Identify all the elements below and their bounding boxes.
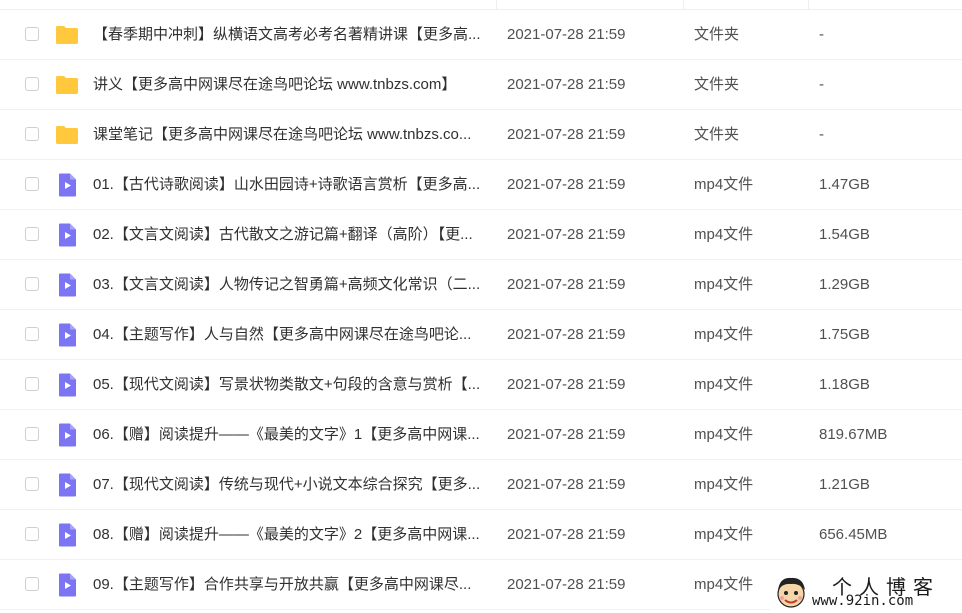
row-checkbox[interactable] — [25, 27, 39, 41]
file-row[interactable]: 04.【主题写作】人与自然【更多高中网课尽在途鸟吧论... 2021-07-28 … — [0, 310, 962, 360]
file-modified-date: 2021-07-28 21:59 — [507, 476, 626, 493]
file-row[interactable]: 07.【现代文阅读】传统与现代+小说文本综合探究【更多... 2021-07-28… — [0, 460, 962, 510]
file-modified-date: 2021-07-28 21:59 — [507, 326, 626, 343]
file-name[interactable]: 06.【赠】阅读提升——《最美的文字》1【更多高中网课... — [93, 410, 485, 459]
file-modified-date: 2021-07-28 21:59 — [507, 176, 626, 193]
file-type: 文件夹 — [694, 76, 740, 93]
file-list: 【春季期中冲刺】纵横语文高考必考名著精讲课【更多高... 2021-07-28 2… — [0, 10, 962, 610]
file-modified-date: 2021-07-28 21:59 — [507, 26, 626, 43]
watermark-url: www.92in.com — [812, 593, 914, 609]
file-row[interactable]: 03.【文言文阅读】人物传记之智勇篇+高频文化常识（二... 2021-07-28… — [0, 260, 962, 310]
row-checkbox[interactable] — [25, 327, 39, 341]
row-checkbox[interactable] — [25, 427, 39, 441]
file-name[interactable]: 09.【主题写作】合作共享与开放共赢【更多高中网课尽... — [93, 560, 485, 609]
file-row[interactable]: 02.【文言文阅读】古代散文之游记篇+翻译（高阶）【更... 2021-07-28… — [0, 210, 962, 260]
row-checkbox[interactable] — [25, 227, 39, 241]
file-type: 文件夹 — [694, 26, 740, 43]
file-type: 文件夹 — [694, 126, 740, 143]
file-type: mp4文件 — [694, 476, 754, 493]
file-type: mp4文件 — [694, 426, 754, 443]
video-file-icon — [55, 573, 79, 597]
file-size: 1.75GB — [819, 326, 870, 343]
file-size: 819.67MB — [819, 426, 888, 443]
file-name[interactable]: 课堂笔记【更多高中网课尽在途鸟吧论坛 www.tnbzs.co... — [93, 110, 485, 159]
file-modified-date: 2021-07-28 21:59 — [507, 526, 626, 543]
row-checkbox[interactable] — [25, 577, 39, 591]
file-modified-date: 2021-07-28 21:59 — [507, 226, 626, 243]
video-file-icon — [55, 173, 79, 197]
folder-icon — [55, 23, 79, 47]
file-name[interactable]: 08.【赠】阅读提升——《最美的文字》2【更多高中网课... — [93, 510, 485, 559]
file-modified-date: 2021-07-28 21:59 — [507, 576, 626, 593]
file-row[interactable]: 01.【古代诗歌阅读】山水田园诗+诗歌语言赏析【更多高... 2021-07-28… — [0, 160, 962, 210]
row-checkbox[interactable] — [25, 177, 39, 191]
file-row[interactable]: 课堂笔记【更多高中网课尽在途鸟吧论坛 www.tnbzs.co... 2021-0… — [0, 110, 962, 160]
file-type: mp4文件 — [694, 376, 754, 393]
file-size: 1.47GB — [819, 176, 870, 193]
file-name[interactable]: 01.【古代诗歌阅读】山水田园诗+诗歌语言赏析【更多高... — [93, 160, 485, 209]
file-type: mp4文件 — [694, 526, 754, 543]
file-row[interactable]: 05.【现代文阅读】写景状物类散文+句段的含意与赏析【... 2021-07-28… — [0, 360, 962, 410]
file-size: 656.45MB — [819, 526, 888, 543]
file-row[interactable]: 08.【赠】阅读提升——《最美的文字》2【更多高中网课... 2021-07-28… — [0, 510, 962, 560]
folder-icon — [55, 73, 79, 97]
file-size: 1.18GB — [819, 376, 870, 393]
file-modified-date: 2021-07-28 21:59 — [507, 126, 626, 143]
file-modified-date: 2021-07-28 21:59 — [507, 276, 626, 293]
video-file-icon — [55, 273, 79, 297]
file-modified-date: 2021-07-28 21:59 — [507, 426, 626, 443]
row-checkbox[interactable] — [25, 527, 39, 541]
file-row[interactable]: 06.【赠】阅读提升——《最美的文字》1【更多高中网课... 2021-07-28… — [0, 410, 962, 460]
watermark: 个人博客 www.92in.com — [770, 571, 962, 613]
file-name[interactable]: 07.【现代文阅读】传统与现代+小说文本综合探究【更多... — [93, 460, 485, 509]
file-type: mp4文件 — [694, 326, 754, 343]
file-size: 1.21GB — [819, 476, 870, 493]
video-file-icon — [55, 373, 79, 397]
row-checkbox[interactable] — [25, 477, 39, 491]
file-name[interactable]: 02.【文言文阅读】古代散文之游记篇+翻译（高阶）【更... — [93, 210, 485, 259]
file-name[interactable]: 04.【主题写作】人与自然【更多高中网课尽在途鸟吧论... — [93, 310, 485, 359]
file-row[interactable]: 【春季期中冲刺】纵横语文高考必考名著精讲课【更多高... 2021-07-28 2… — [0, 10, 962, 60]
row-checkbox[interactable] — [25, 277, 39, 291]
file-name[interactable]: 03.【文言文阅读】人物传记之智勇篇+高频文化常识（二... — [93, 260, 485, 309]
file-type: mp4文件 — [694, 576, 754, 593]
file-type: mp4文件 — [694, 276, 754, 293]
video-file-icon — [55, 473, 79, 497]
file-size: - — [819, 126, 824, 143]
file-size: 1.54GB — [819, 226, 870, 243]
file-modified-date: 2021-07-28 21:59 — [507, 376, 626, 393]
video-file-icon — [55, 323, 79, 347]
file-type: mp4文件 — [694, 176, 754, 193]
file-name[interactable]: 05.【现代文阅读】写景状物类散文+句段的含意与赏析【... — [93, 360, 485, 409]
file-type: mp4文件 — [694, 226, 754, 243]
video-file-icon — [55, 423, 79, 447]
video-file-icon — [55, 523, 79, 547]
file-size: - — [819, 76, 824, 93]
row-checkbox[interactable] — [25, 77, 39, 91]
folder-icon — [55, 123, 79, 147]
file-modified-date: 2021-07-28 21:59 — [507, 76, 626, 93]
file-name[interactable]: 讲义【更多高中网课尽在途鸟吧论坛 www.tnbzs.com】 — [93, 60, 485, 109]
column-divider — [683, 0, 684, 9]
file-row[interactable]: 讲义【更多高中网课尽在途鸟吧论坛 www.tnbzs.com】 2021-07-2… — [0, 60, 962, 110]
column-divider — [808, 0, 809, 9]
cartoon-face-icon — [777, 577, 805, 608]
video-file-icon — [55, 223, 79, 247]
file-size: 1.29GB — [819, 276, 870, 293]
row-checkbox[interactable] — [25, 127, 39, 141]
column-divider — [496, 0, 497, 9]
table-header-edge — [0, 0, 962, 10]
file-size: - — [819, 26, 824, 43]
row-checkbox[interactable] — [25, 377, 39, 391]
file-name[interactable]: 【春季期中冲刺】纵横语文高考必考名著精讲课【更多高... — [93, 10, 485, 59]
